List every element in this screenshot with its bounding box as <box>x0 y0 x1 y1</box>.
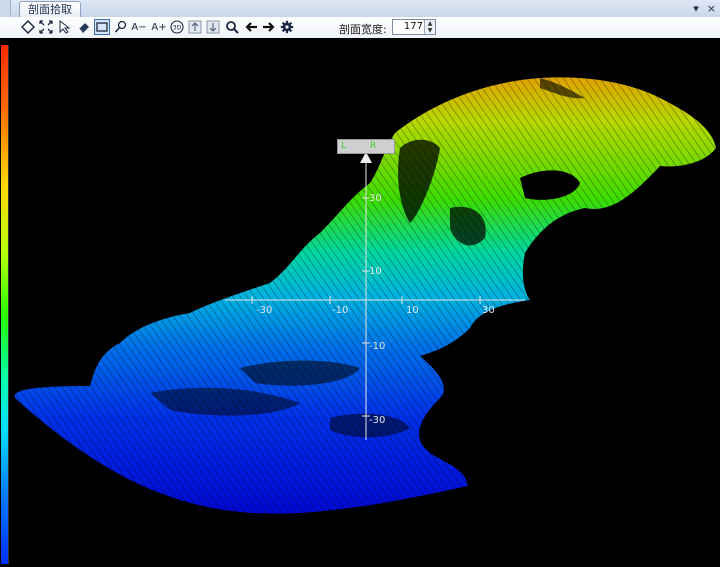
section-marker[interactable]: L R <box>337 139 395 154</box>
increase-font-icon[interactable]: A+ <box>151 19 167 35</box>
y-tick-label: 30 <box>369 193 382 204</box>
section-width-label: 剖面宽度: <box>339 23 387 36</box>
point-cloud-scene: -30 -10 10 30 30 10 -10 -30 <box>14 77 716 514</box>
section-pick-window: 剖面拾取 ▾ × A− A+ 3D 剖面宽度: 177 ▲ ▼ -30 -10 … <box>0 0 720 567</box>
arrow-right-icon[interactable] <box>261 19 277 35</box>
fit-extent-icon[interactable] <box>38 19 54 35</box>
marker-left-label: L <box>341 141 347 151</box>
marker-right-label: R <box>370 141 377 151</box>
3d-view-icon[interactable]: 3D <box>169 19 185 35</box>
decrease-font-icon[interactable]: A− <box>131 19 147 35</box>
stepper-down-icon[interactable]: ▼ <box>425 27 435 34</box>
x-tick-label: 30 <box>482 305 495 316</box>
toolbar: A− A+ 3D 剖面宽度: ▲ ▼ <box>0 17 720 39</box>
x-tick-label: 10 <box>406 305 419 316</box>
tab-strip: 剖面拾取 ▾ × <box>0 0 720 18</box>
section-width-input[interactable] <box>395 20 423 34</box>
arrow-left-icon[interactable] <box>243 19 259 35</box>
select-arrow-icon[interactable] <box>57 19 73 35</box>
tab-strip-edge <box>0 0 11 17</box>
eraser-icon[interactable] <box>76 19 92 35</box>
rectangle-select-icon[interactable] <box>94 19 110 35</box>
x-tick-label: -30 <box>256 305 272 316</box>
y-tick-label: -30 <box>369 415 385 426</box>
section-width-stepper[interactable]: ▲ ▼ <box>392 19 436 35</box>
zoom-pan-icon[interactable] <box>113 19 129 35</box>
y-tick-label: -10 <box>369 341 385 352</box>
x-tick-label: -10 <box>332 305 348 316</box>
rotate-diamond-icon[interactable] <box>20 19 36 35</box>
lower-section-icon[interactable] <box>205 19 221 35</box>
tab-section-pick[interactable]: 剖面拾取 <box>19 1 81 17</box>
pin-dropdown-icon[interactable]: ▾ <box>693 1 699 16</box>
close-icon[interactable]: × <box>707 1 716 16</box>
settings-gear-icon[interactable] <box>279 19 295 35</box>
magnifier-icon[interactable] <box>224 19 240 35</box>
window-buttons: ▾ × <box>693 1 716 16</box>
stepper-buttons: ▲ ▼ <box>424 20 435 34</box>
svg-text:3D: 3D <box>173 25 182 32</box>
raise-section-icon[interactable] <box>187 19 203 35</box>
stepper-up-icon[interactable]: ▲ <box>425 20 435 27</box>
y-tick-label: 10 <box>369 266 382 277</box>
